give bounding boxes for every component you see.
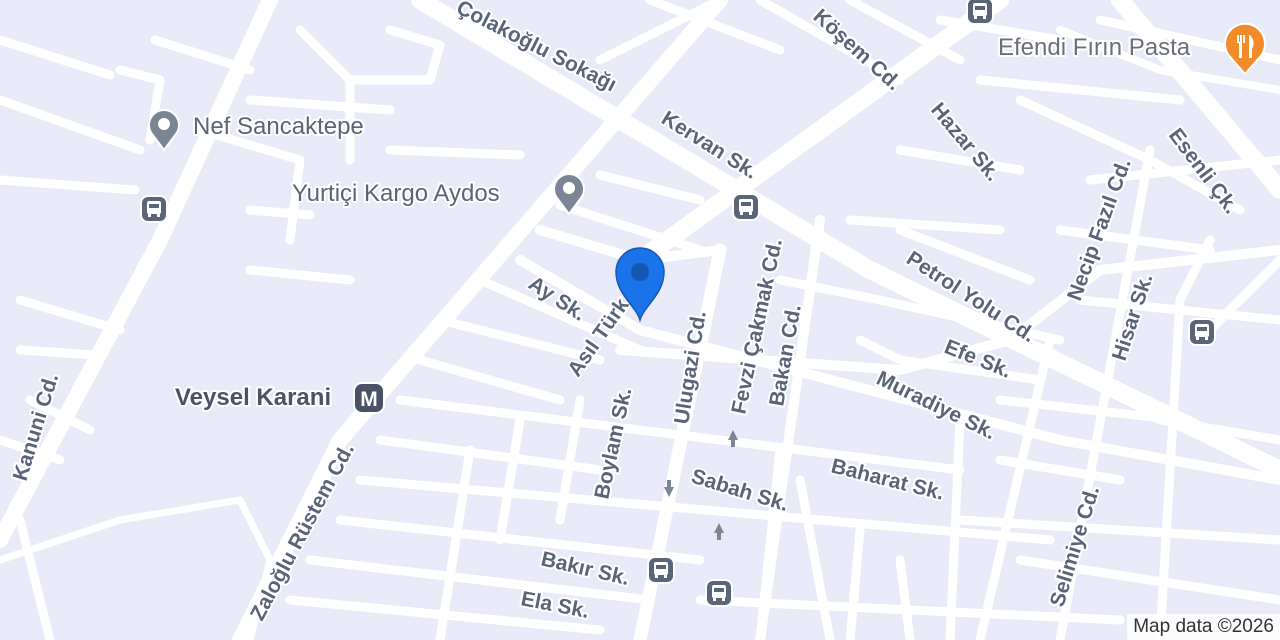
bus-stop-icon[interactable] (705, 579, 733, 607)
metro-station-icon: M (353, 382, 385, 414)
bus-stop-icon[interactable] (140, 195, 168, 223)
bus-stop-icon[interactable] (732, 193, 760, 221)
bus-stop-icon[interactable] (1188, 318, 1216, 346)
bus-stop-icon[interactable] (966, 0, 994, 25)
place-label: Efendi Fırın Pasta (998, 34, 1191, 61)
bus-stop-icon[interactable] (647, 556, 675, 584)
place-label: Yurtiçi Kargo Aydos (292, 180, 500, 207)
metro-badge: M (360, 388, 378, 411)
place-label: Nef Sancaktepe (193, 113, 364, 140)
map-attribution: Map data ©2026 (1127, 614, 1280, 640)
map-canvas[interactable]: Çolakoğlu Sokağı Köşem Cd. Kervan Sk. Ha… (0, 0, 1280, 640)
place-label: Veysel Karani (175, 384, 331, 411)
